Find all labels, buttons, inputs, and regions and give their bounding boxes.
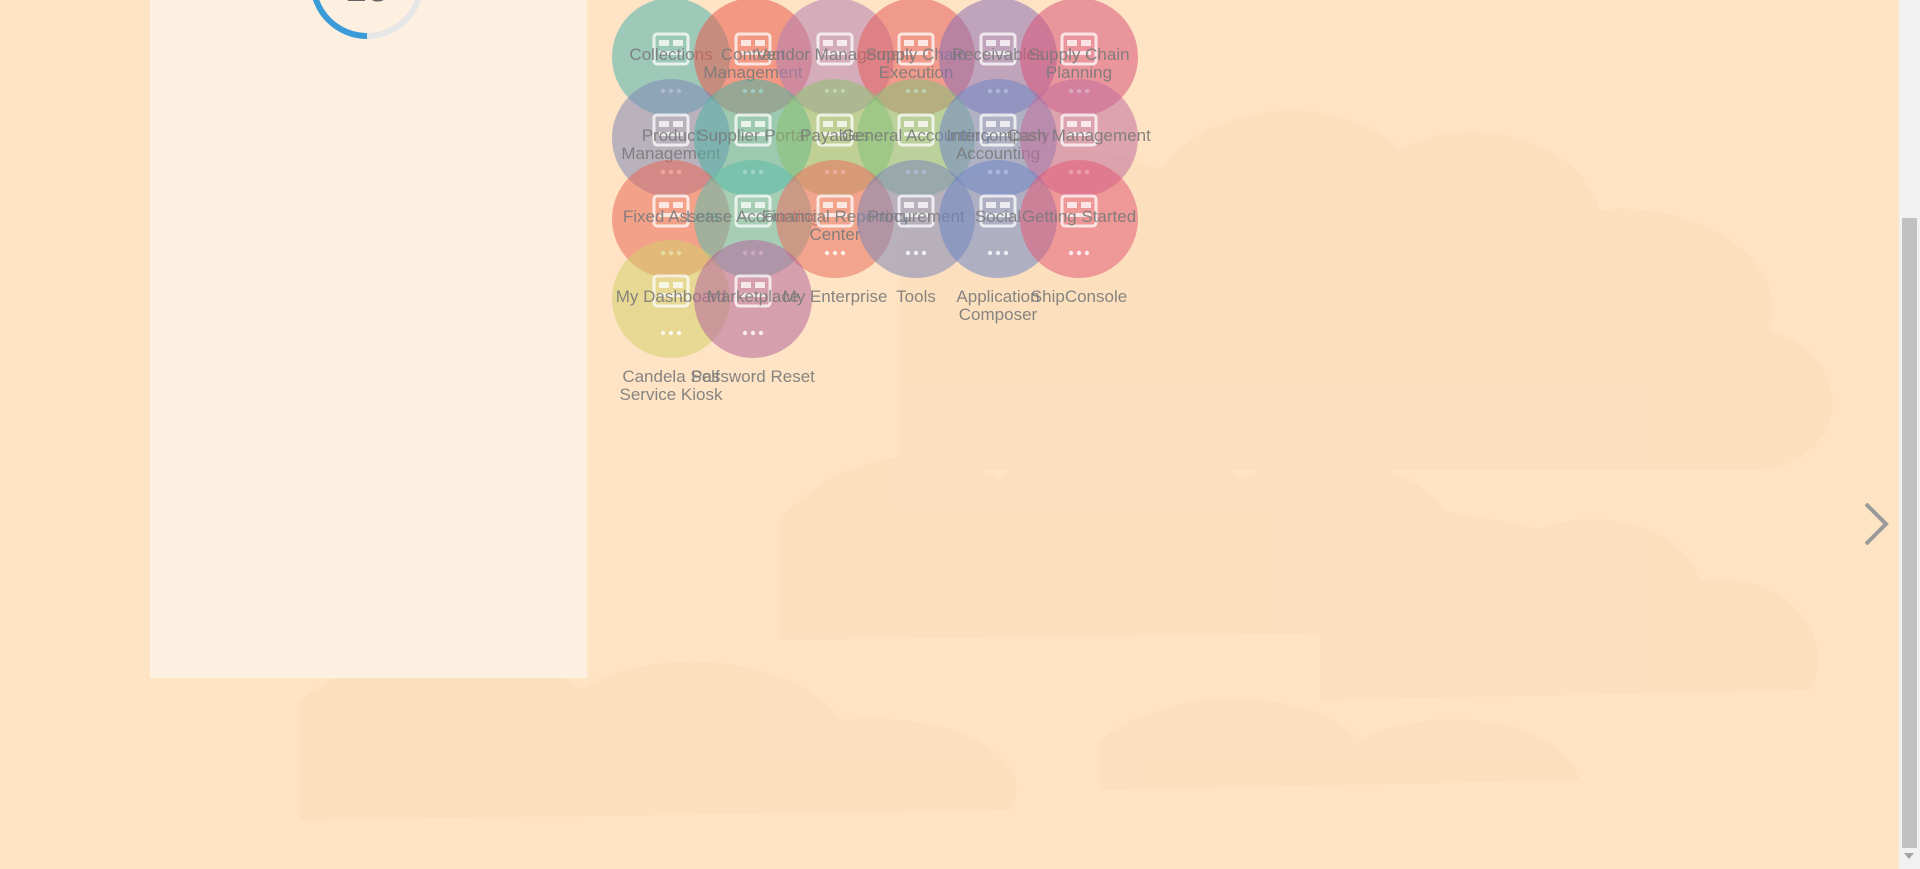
chevron-right-icon — [1864, 502, 1889, 546]
app-tile-label: Cash Management — [1007, 126, 1151, 145]
app-tile-password[interactable]: Password Reset — [691, 320, 815, 438]
app-tile-label: Supply Chain Planning — [1028, 45, 1130, 82]
app-tile-label: Getting Started — [1021, 207, 1137, 226]
next-page-button[interactable] — [1858, 498, 1894, 550]
app-launcher-grid: Collections Contract Management Vendor Man… — [0, 0, 1200, 420]
app-tile-shipconsole[interactable]: ShipConsole — [1020, 240, 1138, 358]
vertical-scrollbar[interactable] — [1899, 0, 1920, 869]
scrollbar-thumb[interactable] — [1902, 218, 1917, 848]
app-tile-label: Password Reset — [691, 367, 815, 386]
app-tile-label: ShipConsole — [1030, 287, 1128, 306]
scroll-down-arrow-icon[interactable] — [1904, 853, 1914, 859]
